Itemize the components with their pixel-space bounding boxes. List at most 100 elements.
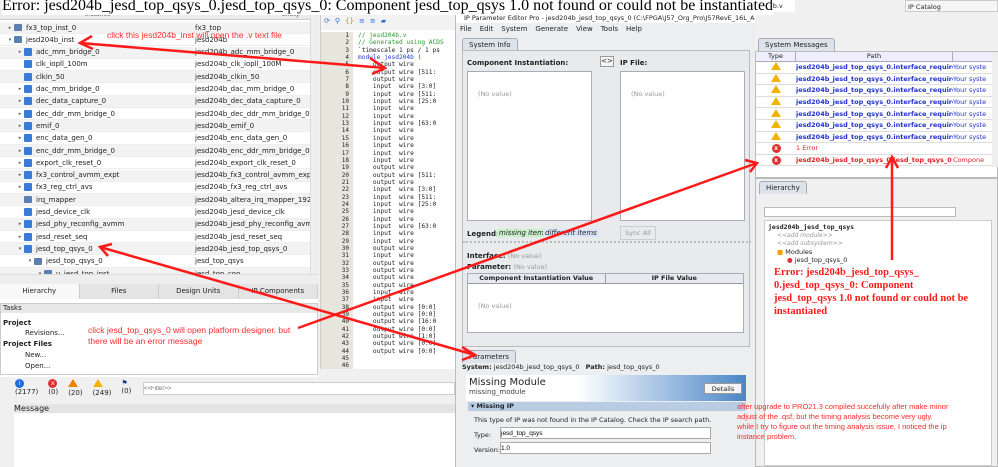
warning-row[interactable]: jesd204b_jesd_top_qsys_0.interface_requi… [756,73,992,86]
tree-row[interactable]: ▾ jesd_top_qsys_0 jesd_top_qsys [0,256,310,268]
menu-generate[interactable]: Generate [535,25,568,33]
instance-name: jesd_reset_seq [36,232,88,241]
expand-toggle[interactable]: ▸ [16,98,24,104]
expand-toggle[interactable]: ▸ [16,148,24,154]
expand-toggle[interactable]: ▸ [16,172,24,178]
warning-row[interactable]: jesd204b_jesd_top_qsys_0.interface_requi… [756,97,992,109]
col-path: Path [796,52,953,61]
expand-toggle[interactable]: ▾ [26,258,34,264]
expand-toggle[interactable]: ▸ [16,111,24,117]
expand-toggle[interactable]: ▸ [16,221,24,227]
outdent-icon[interactable]: ≡ [370,17,376,27]
type-field[interactable] [500,427,711,439]
splitter[interactable] [463,241,751,243]
tab-design-units[interactable]: Design Units [159,284,239,299]
message-filter-input[interactable] [143,382,455,395]
modules-folder[interactable]: ■ Modules [777,248,812,256]
warning-row[interactable]: jesd204b_jesd_top_qsys_0.interface_requi… [756,131,992,144]
h-scrollbar[interactable] [0,274,318,284]
expand-toggle[interactable]: ▾ [6,37,14,43]
braces-icon[interactable]: {} [345,17,354,27]
code-text[interactable]: // jesd204b.v// Generated using ACDS `tim… [358,32,456,355]
tab-system-messages[interactable]: System Messages [758,38,835,51]
line-number: 24 [341,200,349,208]
menu-view[interactable]: View [576,25,593,33]
tab-hierarchy-qsys[interactable]: Hierarchy [759,181,807,194]
tree-row[interactable]: ▸ enc_data_gen_0 jesd204b_enc_data_gen_0 [0,133,310,145]
tree-row[interactable]: ▸ dac_mm_bridge_0 jesd204b_dac_mm_bridge_0 [0,84,310,96]
warning-row[interactable]: jesd204b_jesd_top_qsys_0.interface_requi… [756,85,992,97]
open-link[interactable]: Open... [25,362,50,370]
expand-toggle[interactable]: ▸ [16,49,24,55]
tree-row[interactable]: ▾ jesd_top_qsys_0 jesd204b_jesd_top_qsys_0 [0,243,310,256]
tab-ip-catalog[interactable]: IP Catalog [905,0,998,12]
warning-row[interactable]: jesd204b_jesd_top_qsys_0.interface_requi… [756,62,992,74]
bookmark-icon[interactable]: ▰ [381,17,386,27]
ip-block-icon [24,109,32,118]
flag-icon: ⚑ [121,379,128,387]
expand-toggle[interactable]: ▸ [16,135,24,141]
tree-row[interactable]: clkin_50 jesd204b_clkin_50 [0,71,310,84]
tree-row[interactable]: ▸ fx3_reg_ctrl_avs jesd204b_fx3_reg_ctrl_a… [0,182,310,194]
swap-button[interactable]: <> [600,56,614,67]
tree-row[interactable]: ▸ fx3_control_avmm_expt jesd204b_fx3_contr… [0,169,310,182]
expand-toggle[interactable]: ▾ [16,246,24,252]
flag-filter[interactable]: ⚑ (0) [121,379,131,397]
tree-row[interactable]: irq_mapper jesd204b_altera_irq_mapper_192… [0,194,310,207]
version-field[interactable] [500,442,711,454]
hierarchy-search[interactable] [764,207,956,217]
new-link[interactable]: New... [25,351,46,359]
tab-files[interactable]: Files [80,284,159,299]
find-icon[interactable]: ⚲ [335,17,340,27]
tree-row[interactable]: ▸ jesd_reset_seq jesd204b_jesd_reset_seq [0,231,310,244]
expand-toggle[interactable]: ▸ [16,160,24,166]
tree-row[interactable]: ▸ enc_ddr_mm_bridge_0 jesd204b_enc_ddr_mm_… [0,145,310,157]
tree-row[interactable]: ▸ jesd_phy_reconfig_avmm jesd204b_jesd_phy… [0,218,310,231]
system-path-line: System: jesd204b_jesd_top_qsys_0 Path: j… [462,363,660,371]
indent-icon[interactable]: ≡ [359,17,365,27]
menu-help[interactable]: Help [626,25,642,33]
menu-file[interactable]: File [460,25,472,33]
tree-row[interactable]: ▸ dec_ddr_mm_bridge_0 jesd204b_dec_ddr_mm_… [0,108,310,121]
code-editor[interactable]: ⟳ ⚲{} ≡ ≡ ▰ 1 2 3 4 5 6 7 8 9 10 11 12 13 14 15 16 17 18 19 20 2… [320,14,456,369]
warning-row[interactable]: jesd204b_jesd_top_qsys_0.interface_requi… [756,120,992,132]
revisions-link[interactable]: Revisions... [25,329,65,337]
tree-row[interactable]: ▸ emif_0 jesd204b_emif_0 [0,120,310,133]
error-filter[interactable]: x (0) [48,379,58,397]
tree-row[interactable]: ▸ export_clk_reset_0 jesd204b_export_clk_r… [0,157,310,170]
tree-row[interactable]: jesd_device_clk jesd204b_jesd_device_clk [0,207,310,219]
warning-row[interactable]: jesd204b_jesd_top_qsys_0.interface_requi… [756,108,992,120]
menu-system[interactable]: System [501,25,527,33]
tree-row[interactable]: ▸ dec_data_capture_0 jesd204b_dec_data_cap… [0,95,310,108]
tree-row[interactable]: clk_iopll_100m jesd204b_clk_iopll_100M [0,59,310,71]
sync-all-button[interactable]: Sync All [620,226,656,240]
expand-toggle[interactable]: ▸ [16,234,24,240]
code-line: output wire [511: [358,171,437,179]
tree-root[interactable]: jesd204b_jesd_top_qsys [768,223,854,231]
messages-scrollbar[interactable] [992,52,998,167]
module-jesd-top-qsys[interactable]: ● jesd_top_qsys_0 [787,256,847,264]
warning-filter[interactable]: (249) [92,379,111,397]
details-button[interactable]: Details [704,383,742,394]
ip-file-box[interactable]: (No value) [620,71,745,221]
menu-tools[interactable]: Tools [601,25,618,33]
add-module[interactable]: <<add module>> [777,232,833,239]
info-filter[interactable]: i (2177) [15,379,38,397]
expand-toggle[interactable]: ▸ [16,123,24,129]
scrollbar[interactable] [310,10,318,284]
add-subsystem[interactable]: <<add subsystem>> [777,240,843,247]
error-group-row[interactable]: x1 Error [756,143,992,155]
tree-row[interactable]: ▸ adc_mm_bridge_0 jesd204b_adc_mm_bridge_0 [0,46,310,59]
expand-toggle[interactable]: ▸ [6,25,14,31]
critical-warning-filter[interactable]: (20) [68,379,83,397]
tab-ip-components[interactable]: IP Components [239,284,318,299]
expand-toggle[interactable]: ▸ [16,86,24,92]
expand-toggle[interactable]: ▸ [16,184,24,190]
comp-inst-box[interactable]: (No value) [467,71,592,221]
refresh-icon[interactable]: ⟳ [324,17,330,27]
tab-hierarchy[interactable]: Hierarchy [0,284,80,299]
tab-parameters[interactable]: Parameters [462,350,517,363]
menu-edit[interactable]: Edit [480,25,494,33]
missing-ip-section[interactable]: ▾ Missing IP [468,402,746,411]
error-row[interactable]: x jesd204b_jesd_top_qsys_0.jesd_top_qsys_… [756,155,992,167]
